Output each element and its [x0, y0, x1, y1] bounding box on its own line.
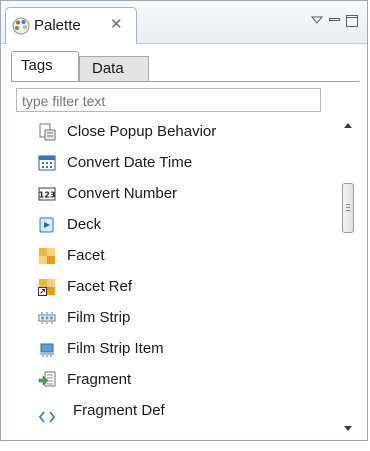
list-item-label: Facet — [67, 247, 105, 264]
scroll-up-icon[interactable] — [344, 123, 352, 128]
list-item-label: Convert Number — [67, 185, 178, 202]
film-strip-icon — [38, 312, 56, 324]
film-strip-item-icon — [40, 343, 54, 357]
close-icon[interactable]: ✕ — [110, 15, 123, 33]
list-item-label: Film Strip Item — [67, 340, 164, 357]
minimize-icon[interactable] — [329, 18, 340, 22]
palette-view: Palette ✕ Tags Data Close Popup Behavior — [0, 0, 368, 441]
view-title-bar: Palette ✕ — [1, 1, 367, 44]
facet-ref-icon — [38, 279, 55, 296]
palette-view-tab[interactable]: Palette ✕ — [5, 7, 137, 44]
facet-icon — [39, 248, 55, 264]
fragment-def-icon — [38, 411, 56, 423]
palette-icon — [12, 17, 30, 35]
list-item-label: Convert Date Time — [67, 154, 193, 171]
fragment-icon — [38, 371, 56, 387]
list-item-label: Facet Ref — [67, 278, 133, 295]
view-title: Palette — [34, 17, 81, 34]
thumb-grip — [346, 207, 350, 208]
tab-data[interactable]: Data — [79, 56, 149, 81]
tab-divider — [11, 81, 359, 82]
view-menu-icon[interactable] — [311, 16, 323, 24]
thumb-grip — [346, 204, 350, 205]
vertical-scrollbar[interactable] — [339, 117, 357, 437]
list-item-label: Fragment — [67, 371, 132, 388]
deck-icon — [39, 217, 54, 233]
scrollbar-thumb[interactable] — [342, 183, 354, 233]
scroll-down-icon[interactable] — [344, 426, 352, 431]
svg-text:123: 123 — [39, 191, 56, 200]
palette-tabs: Tags Data — [11, 51, 357, 81]
thumb-grip — [346, 210, 350, 211]
convert-number-icon: 123 — [38, 187, 56, 201]
maximize-icon[interactable] — [346, 15, 358, 27]
list-item-label: Film Strip — [67, 309, 131, 326]
list-item-label: Deck — [67, 216, 102, 233]
close-popup-behavior-icon — [39, 123, 56, 141]
tab-tags[interactable]: Tags — [11, 51, 79, 81]
list-item-label: Fragment Def — [73, 402, 165, 419]
convert-date-time-icon — [38, 155, 56, 171]
palette-item-list: Close Popup Behavior Convert Date Time 1… — [16, 117, 338, 437]
list-item-label: Close Popup Behavior — [67, 123, 217, 140]
filter-input[interactable] — [16, 88, 321, 112]
